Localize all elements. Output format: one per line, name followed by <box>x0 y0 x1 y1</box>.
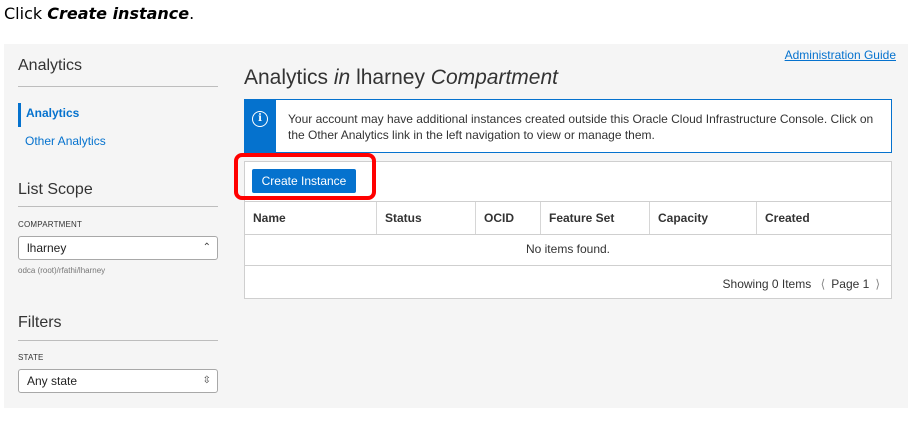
chevron-left-icon[interactable]: ⟨ <box>821 277 826 291</box>
divider <box>18 206 218 207</box>
column-header-status[interactable]: Status <box>376 202 475 234</box>
compartment-path: odca (root)/rfathi/lharney <box>18 266 106 275</box>
table-header: Name Status OCID Feature Set Capacity Cr… <box>245 201 891 235</box>
instruction-target: Create instance <box>47 4 190 23</box>
chevron-up-down-icon: ⌃ <box>202 242 211 253</box>
pagination: Showing 0 Items ⟨ Page 1 ⟩ <box>723 277 886 291</box>
highlight-annotation <box>234 153 376 200</box>
sidebar-item-analytics[interactable]: Analytics <box>18 103 79 127</box>
state-label: STATE <box>18 353 44 362</box>
column-header-capacity[interactable]: Capacity <box>649 202 756 234</box>
compartment-value: lharney <box>27 241 67 255</box>
column-header-created[interactable]: Created <box>756 202 891 234</box>
chevron-up-down-icon: ⇳ <box>202 375 211 386</box>
sidebar-item-other-analytics[interactable]: Other Analytics <box>25 134 106 148</box>
state-select[interactable]: Any state ⇳ <box>18 369 218 393</box>
instruction-text: Click Create instance. <box>4 4 195 23</box>
state-value: Any state <box>27 374 78 388</box>
column-header-feature-set[interactable]: Feature Set <box>540 202 649 234</box>
oci-console-screen: Analytics Analytics Other Analytics List… <box>4 44 908 408</box>
chevron-right-icon[interactable]: ⟩ <box>875 277 880 291</box>
compartment-select[interactable]: lharney ⌃ <box>18 236 218 260</box>
filters-heading: Filters <box>18 314 62 331</box>
info-banner: i Your account may have additional insta… <box>244 99 892 153</box>
showing-count: Showing 0 Items <box>722 277 812 291</box>
column-header-name[interactable]: Name <box>245 202 376 234</box>
page-number: Page 1 <box>831 277 870 291</box>
column-header-ocid[interactable]: OCID <box>475 202 540 234</box>
sidebar: Analytics Analytics Other Analytics List… <box>4 44 226 408</box>
sidebar-title: Analytics <box>18 57 83 74</box>
administration-guide-link[interactable]: Administration Guide <box>785 48 896 62</box>
page-title: Analytics in lharney Compartment <box>244 66 558 89</box>
divider <box>18 340 218 341</box>
info-icon: i <box>252 111 268 127</box>
divider <box>18 86 218 87</box>
info-stripe: i <box>245 100 276 152</box>
info-message: Your account may have additional instanc… <box>288 112 874 142</box>
list-scope-heading: List Scope <box>18 181 93 198</box>
empty-table-message: No items found. <box>245 234 891 266</box>
compartment-label: COMPARTMENT <box>18 220 83 229</box>
